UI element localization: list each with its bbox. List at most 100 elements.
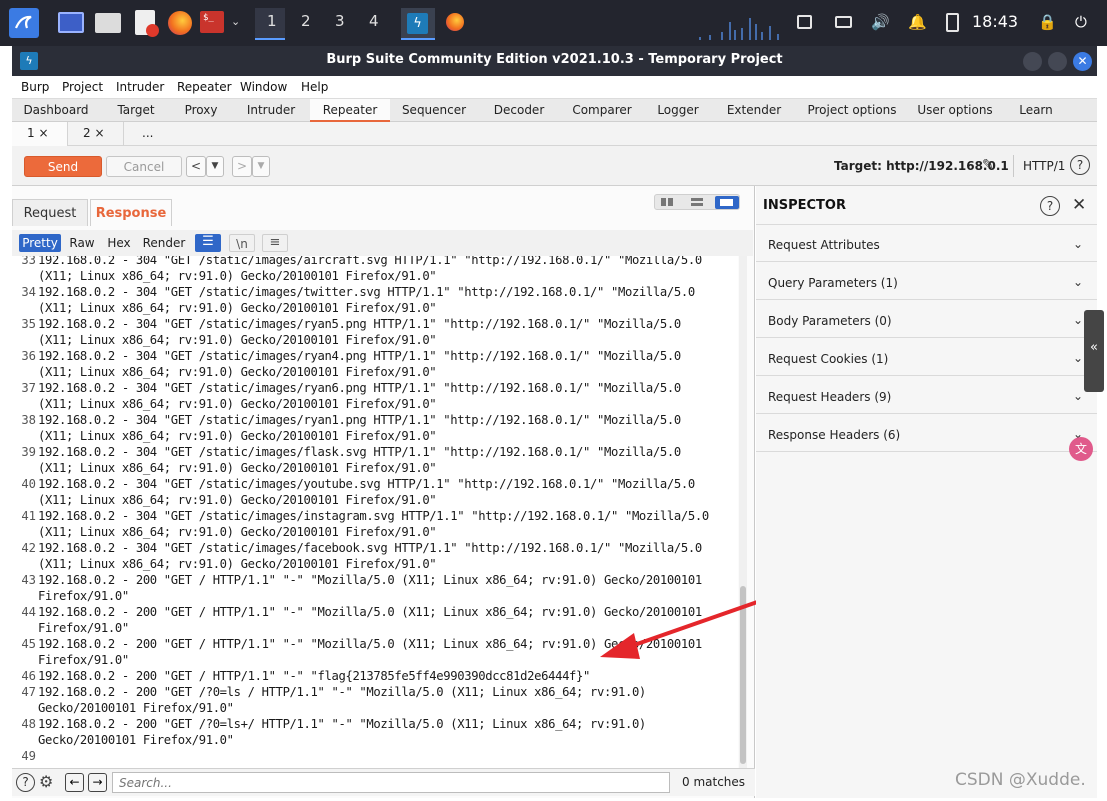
pretty-button[interactable]: Pretty — [19, 234, 61, 252]
tab-proxy[interactable]: Proxy — [172, 99, 230, 122]
repeater-tab-2[interactable]: 2 × — [68, 122, 124, 146]
inspector-request-headers[interactable]: Request Headers (9) ⌄ — [756, 377, 1097, 414]
tab-comparer[interactable]: Comparer — [562, 99, 642, 122]
inspector-help-icon[interactable]: ? — [1040, 196, 1060, 216]
response-body[interactable]: 33 192.168.0.2 - 304 "GET /static/images… — [12, 256, 738, 768]
kali-menu-icon[interactable] — [9, 8, 39, 38]
chevron-down-icon[interactable]: ⌄ — [231, 15, 243, 28]
back-button[interactable]: < — [186, 156, 206, 177]
response-line: Firefox/91.0" — [38, 653, 129, 667]
inspector-query-parameters[interactable]: Query Parameters (1) ⌄ — [756, 263, 1097, 300]
hex-button[interactable]: Hex — [104, 234, 134, 252]
newline-toggle[interactable]: \n — [229, 234, 255, 252]
tab-user-options[interactable]: User options — [912, 99, 998, 122]
maximize-button[interactable] — [1048, 52, 1067, 71]
repeater-tab-1[interactable]: 1 × — [12, 122, 68, 146]
split-horizontal-icon[interactable] — [661, 198, 673, 206]
help-icon[interactable]: ? — [16, 773, 35, 792]
split-vertical-icon[interactable] — [691, 198, 703, 206]
burp-taskbar-icon[interactable]: ϟ — [401, 8, 435, 40]
repeater-toolbar: Send Cancel < ▼ > ▼ Target: http://192.1… — [12, 146, 1097, 186]
request-tab[interactable]: Request — [12, 199, 88, 226]
line-number: 44 — [21, 605, 36, 619]
tab-repeater[interactable]: Repeater — [310, 99, 390, 122]
render-button[interactable]: Render — [140, 234, 188, 252]
window-icon[interactable] — [797, 15, 812, 29]
notification-bell-icon[interactable]: 🔔 — [908, 13, 927, 31]
cpu-graph-icon — [699, 18, 779, 40]
wrap-lines-icon[interactable]: ☰ — [195, 234, 221, 252]
inspector-request-attributes[interactable]: Request Attributes ⌄ — [756, 225, 1097, 262]
raw-button[interactable]: Raw — [66, 234, 98, 252]
menu-help[interactable]: Help — [301, 80, 328, 94]
firefox-taskbar-icon[interactable] — [446, 13, 464, 31]
firefox-icon[interactable] — [168, 11, 192, 35]
inspector-response-headers[interactable]: Response Headers (6) ⌄ — [756, 415, 1097, 452]
power-icon[interactable]: ⏻ — [1075, 13, 1093, 31]
close-button[interactable]: ✕ — [1073, 52, 1092, 71]
workspace-3[interactable]: 3 — [335, 12, 345, 30]
line-number: 35 — [21, 317, 36, 331]
menu-window[interactable]: Window — [240, 80, 287, 94]
section-label: Request Cookies (1) — [768, 352, 889, 366]
edit-target-icon[interactable]: ✎ — [982, 157, 994, 173]
forward-button[interactable]: > — [232, 156, 252, 177]
translate-icon[interactable]: 文 — [1069, 437, 1093, 461]
tab-dashboard[interactable]: Dashboard — [12, 99, 100, 122]
tab-decoder[interactable]: Decoder — [482, 99, 556, 122]
vertical-scrollbar[interactable] — [739, 256, 747, 768]
lock-icon[interactable]: 🔒 — [1038, 13, 1057, 31]
menu-bar: Burp Project Intruder Repeater Window He… — [12, 76, 1097, 98]
keyboard-icon[interactable] — [835, 16, 852, 28]
single-pane-icon[interactable] — [715, 196, 739, 209]
menu-repeater[interactable]: Repeater — [177, 80, 232, 94]
settings-icon[interactable]: ⚙ — [39, 772, 59, 792]
help-icon[interactable]: ? — [1070, 155, 1090, 175]
file-manager-icon[interactable] — [95, 13, 121, 33]
menu-project[interactable]: Project — [62, 80, 103, 94]
tab-extender[interactable]: Extender — [718, 99, 790, 122]
workspace-1[interactable]: 1 — [267, 12, 277, 30]
response-line: (X11; Linux x86_64; rv:91.0) Gecko/20100… — [38, 365, 437, 379]
send-button[interactable]: Send — [24, 156, 102, 177]
search-bar: ? ⚙ ← → 0 matches — [12, 768, 755, 796]
battery-icon[interactable] — [946, 13, 959, 32]
next-match-button[interactable]: → — [88, 773, 107, 792]
system-taskbar: $_ ⌄ 1 2 3 4 ϟ 🔊 🔔 18:43 🔒 ⏻ — [0, 0, 1107, 46]
previous-match-button[interactable]: ← — [65, 773, 84, 792]
search-input[interactable] — [112, 772, 670, 793]
inspector-request-cookies[interactable]: Request Cookies (1) ⌄ — [756, 339, 1097, 376]
cancel-button[interactable]: Cancel — [106, 156, 182, 177]
text-editor-icon[interactable] — [135, 10, 159, 37]
menu-intruder[interactable]: Intruder — [116, 80, 164, 94]
tab-intruder[interactable]: Intruder — [234, 99, 308, 122]
tab-sequencer[interactable]: Sequencer — [394, 99, 474, 122]
menu-icon[interactable]: ≡ — [262, 234, 288, 252]
section-label: Body Parameters (0) — [768, 314, 892, 328]
line-number: 34 — [21, 285, 36, 299]
workspace-2[interactable]: 2 — [301, 12, 311, 30]
desktop-icon[interactable] — [58, 12, 84, 33]
view-mode-bar: Pretty Raw Hex Render ☰ \n ≡ — [12, 230, 753, 256]
collapse-inspector-handle[interactable]: « — [1084, 310, 1104, 392]
workspace-4[interactable]: 4 — [369, 12, 379, 30]
back-dropdown-icon[interactable]: ▼ — [206, 156, 224, 177]
repeater-tab-new[interactable]: ... — [124, 122, 172, 146]
menu-burp[interactable]: Burp — [21, 80, 49, 94]
volume-icon[interactable]: 🔊 — [871, 13, 890, 31]
http-version-label[interactable]: HTTP/1 — [1023, 159, 1065, 173]
inspector-body-parameters[interactable]: Body Parameters (0) ⌄ — [756, 301, 1097, 338]
minimize-button[interactable] — [1023, 52, 1042, 71]
chevron-down-icon: ⌄ — [1072, 389, 1083, 403]
chevron-down-icon: ⌄ — [1072, 237, 1083, 251]
forward-dropdown-icon[interactable]: ▼ — [252, 156, 270, 177]
tab-target[interactable]: Target — [104, 99, 168, 122]
tab-logger[interactable]: Logger — [648, 99, 708, 122]
tab-learn[interactable]: Learn — [1012, 99, 1060, 122]
response-line: (X11; Linux x86_64; rv:91.0) Gecko/20100… — [38, 301, 437, 315]
layout-toggle — [654, 194, 740, 210]
terminal-icon[interactable]: $_ — [200, 11, 224, 33]
tab-project-options[interactable]: Project options — [802, 99, 902, 122]
response-tab[interactable]: Response — [90, 199, 172, 226]
inspector-close-icon[interactable]: ✕ — [1072, 195, 1086, 215]
